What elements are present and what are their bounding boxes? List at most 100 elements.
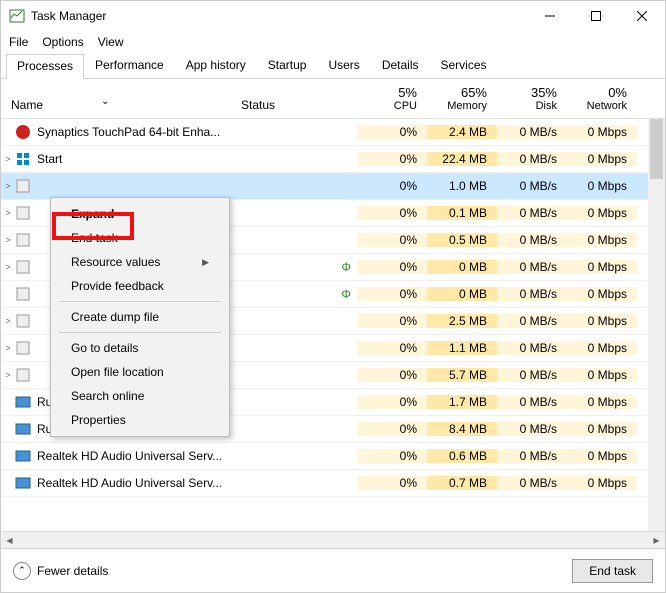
menu-options[interactable]: Options: [42, 35, 83, 49]
process-row[interactable]: >Start0%22.4 MB0 MB/s0 Mbps: [1, 146, 665, 173]
network-cell: 0 Mbps: [567, 260, 637, 274]
menu-item-label: Search online: [71, 389, 144, 403]
disk-cell: 0 MB/s: [497, 449, 567, 463]
expand-chevron-icon[interactable]: >: [1, 235, 15, 245]
process-icon: [15, 205, 31, 221]
process-name: Realtek HD Audio Universal Serv...: [37, 476, 241, 490]
tab-startup[interactable]: Startup: [257, 53, 318, 78]
tab-services[interactable]: Services: [430, 53, 498, 78]
memory-cell: 1.7 MB: [427, 395, 497, 409]
network-cell: 0 Mbps: [567, 341, 637, 355]
horizontal-scrollbar[interactable]: ◀ ▶: [1, 531, 665, 548]
tab-details[interactable]: Details: [371, 53, 430, 78]
titlebar: Task Manager: [1, 1, 665, 31]
column-headers: Name ⌄ Status 5% CPU 65% Memory 35% Disk…: [1, 79, 665, 119]
disk-cell: 0 MB/s: [497, 422, 567, 436]
cpu-cell: 0%: [357, 449, 427, 463]
menu-item-go-to-details[interactable]: Go to details: [51, 336, 229, 360]
menu-item-end-task[interactable]: End task: [51, 226, 229, 250]
process-row[interactable]: Synaptics TouchPad 64-bit Enha...0%2.4 M…: [1, 119, 665, 146]
tab-processes[interactable]: Processes: [6, 54, 84, 79]
close-button[interactable]: [619, 1, 665, 31]
fewer-details-button[interactable]: ⌃ Fewer details: [13, 562, 108, 580]
menu-item-expand[interactable]: Expand: [51, 202, 229, 226]
process-status: Φ: [241, 287, 357, 301]
window-title: Task Manager: [31, 9, 527, 23]
leaf-icon: Φ: [341, 260, 351, 274]
expand-chevron-icon[interactable]: >: [1, 343, 15, 353]
memory-cell: 2.5 MB: [427, 314, 497, 328]
menu-separator: [59, 301, 221, 302]
process-icon: [15, 394, 31, 410]
process-icon: [15, 313, 31, 329]
header-cpu[interactable]: 5% CPU: [357, 85, 427, 118]
process-name: Synaptics TouchPad 64-bit Enha...: [37, 125, 241, 139]
disk-cell: 0 MB/s: [497, 206, 567, 220]
memory-cell: 0.1 MB: [427, 206, 497, 220]
expand-chevron-icon[interactable]: >: [1, 154, 15, 164]
header-disk[interactable]: 35% Disk: [497, 85, 567, 118]
context-menu: ExpandEnd task Resource values ▶ Provide fe…: [50, 197, 230, 437]
process-row[interactable]: Realtek HD Audio Universal Serv... 0%0.7 …: [1, 470, 665, 497]
scrollbar-thumb[interactable]: [650, 119, 663, 179]
menu-item-search-online[interactable]: Search online: [51, 384, 229, 408]
process-icon: [15, 232, 31, 248]
menu-item-open-file-location[interactable]: Open file location: [51, 360, 229, 384]
menu-item-label: Create dump file: [71, 310, 159, 324]
menu-item-provide-feedback[interactable]: Provide feedback: [51, 274, 229, 298]
menu-item-resource-values[interactable]: Resource values ▶: [51, 250, 229, 274]
maximize-button[interactable]: [573, 1, 619, 31]
expand-chevron-icon[interactable]: >: [1, 208, 15, 218]
expand-chevron-icon[interactable]: >: [1, 370, 15, 380]
network-cell: 0 Mbps: [567, 314, 637, 328]
cpu-cell: 0%: [357, 287, 427, 301]
tab-users[interactable]: Users: [317, 53, 370, 78]
network-cell: 0 Mbps: [567, 287, 637, 301]
menu-item-properties[interactable]: Properties: [51, 408, 229, 432]
expand-chevron-icon[interactable]: >: [1, 262, 15, 272]
tab-performance[interactable]: Performance: [84, 53, 175, 78]
expand-chevron-icon[interactable]: >: [1, 181, 15, 191]
cpu-cell: 0%: [357, 341, 427, 355]
menu-item-label: Resource values: [71, 255, 160, 269]
process-row[interactable]: Realtek HD Audio Universal Serv...0%0.6 …: [1, 443, 665, 470]
submenu-arrow-icon: ▶: [202, 257, 209, 268]
menu-file[interactable]: File: [9, 35, 28, 49]
end-task-button[interactable]: End task: [572, 559, 653, 583]
cpu-cell: 0%: [357, 476, 427, 490]
memory-cell: 22.4 MB: [427, 152, 497, 166]
memory-cell: 8.4 MB: [427, 422, 497, 436]
process-row[interactable]: >0%1.0 MB0 MB/s0 Mbps: [1, 173, 665, 200]
memory-cell: 1.1 MB: [427, 341, 497, 355]
process-name: Start: [37, 152, 241, 166]
expand-chevron-icon[interactable]: >: [1, 316, 15, 326]
menu-item-label: Provide feedback: [71, 279, 164, 293]
disk-cell: 0 MB/s: [497, 476, 567, 490]
sort-indicator-icon: ⌄: [101, 96, 109, 107]
process-icon: [15, 475, 31, 491]
scroll-left-icon[interactable]: ◀: [1, 532, 18, 549]
network-cell: 0 Mbps: [567, 233, 637, 247]
vertical-scrollbar[interactable]: [648, 119, 665, 531]
memory-cell: 0.7 MB: [427, 476, 497, 490]
minimize-button[interactable]: [527, 1, 573, 31]
network-cell: 0 Mbps: [567, 152, 637, 166]
network-cell: 0 Mbps: [567, 206, 637, 220]
process-icon: [15, 259, 31, 275]
menu-item-label: Open file location: [71, 365, 164, 379]
menu-item-create-dump-file[interactable]: Create dump file: [51, 305, 229, 329]
header-network[interactable]: 0% Network: [567, 85, 637, 118]
disk-cell: 0 MB/s: [497, 125, 567, 139]
disk-cell: 0 MB/s: [497, 179, 567, 193]
scroll-right-icon[interactable]: ▶: [648, 532, 665, 549]
network-cell: 0 Mbps: [567, 422, 637, 436]
header-status[interactable]: Status: [241, 98, 357, 118]
header-memory[interactable]: 65% Memory: [427, 85, 497, 118]
menu-view[interactable]: View: [98, 35, 124, 49]
disk-cell: 0 MB/s: [497, 395, 567, 409]
memory-cell: 0 MB: [427, 260, 497, 274]
disk-cell: 0 MB/s: [497, 368, 567, 382]
cpu-cell: 0%: [357, 152, 427, 166]
header-name[interactable]: Name ⌄: [1, 98, 241, 118]
tab-app-history[interactable]: App history: [175, 53, 257, 78]
